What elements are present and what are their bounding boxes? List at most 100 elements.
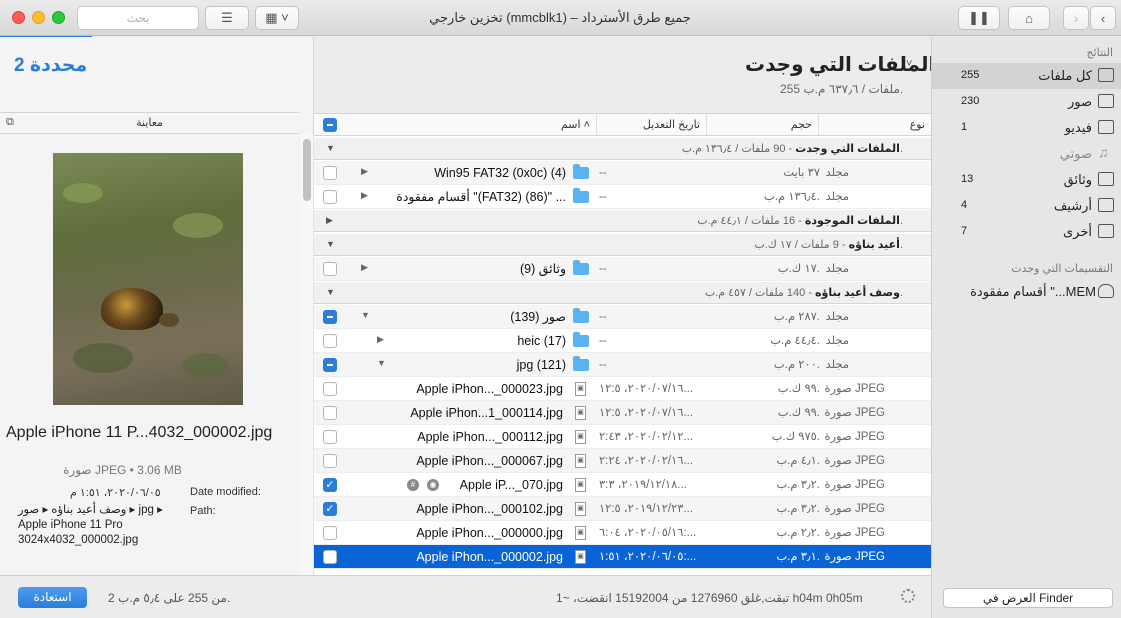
hash-icon: # <box>407 479 419 491</box>
disclosure-down-icon[interactable]: ▼ <box>326 239 335 249</box>
sidebar-item-audio[interactable]: صوتي ♫ <box>932 141 1121 167</box>
table-row-selected[interactable]: Apple iPhon..._000002.jpg ▣ ٢٠٢٠/٠٦/٠٥، … <box>314 545 931 569</box>
table-row[interactable]: Apple iPhon...1_000114.jpg ▣ ٢٠٢٠/٠٧/١٦،… <box>314 401 931 425</box>
row-checkbox[interactable] <box>323 550 337 564</box>
table-scrollbar[interactable] <box>300 134 314 575</box>
disclosure-right-icon[interactable]: ▶ <box>326 215 333 226</box>
table-row[interactable]: Apple iPhon..._000000.jpg ▣ ٢٠٢٠/٠٥/١٦، … <box>314 521 931 545</box>
filter-settings-button[interactable]: ☰ <box>205 6 249 30</box>
other-files-icon <box>1098 224 1114 238</box>
date-modified-value: ٢٠٢٠/٠٦/٠٥، ١:٥١ م <box>70 487 161 499</box>
table-row[interactable]: ▶ Win95 FAT32 (0x0c) (4) -- ٣٧ بايت مجلد <box>314 161 931 185</box>
row-checkbox[interactable] <box>323 166 337 180</box>
folder-icon <box>573 164 589 179</box>
view-mode-button[interactable]: ▦ ˅ <box>255 6 299 30</box>
folder-icon <box>573 260 589 275</box>
table-row[interactable]: ✓ Apple iPhon..._000102.jpg ▣ ٢٠١٩/١٢/٢٣… <box>314 497 931 521</box>
group-header[interactable]: ▶ الملفات الموجودة - 16 ملفات / ٤٤٫١ م.ب… <box>314 210 931 232</box>
sidebar-item-video[interactable]: 1 فيديو <box>932 115 1121 141</box>
row-checkbox[interactable] <box>323 382 337 396</box>
image-file-icon: ▣ <box>575 502 586 516</box>
chevron-right-icon: › <box>1073 10 1079 26</box>
row-checkbox[interactable] <box>323 358 337 372</box>
row-checkbox[interactable] <box>323 454 337 468</box>
sidebar-item-documents[interactable]: 13 وثائق <box>932 167 1121 193</box>
table-row[interactable]: ▶ أقسام مفقودة "(FAT32) (86)" ... -- ١٣٦… <box>314 185 931 209</box>
table-row[interactable]: ✓ # ◉ Apple iP..._070.jpg ▣ ٢٠١٩/١٢/١٨، … <box>314 473 931 497</box>
column-type[interactable]: نوع <box>818 114 931 136</box>
row-checkbox[interactable] <box>323 334 337 348</box>
sidebar-item-photos[interactable]: 230 صور <box>932 89 1121 115</box>
scan-status: تبقت,غلق 1276960 من 15192004 انقضت، ~1 h… <box>556 591 863 605</box>
row-checkbox[interactable] <box>323 430 337 444</box>
sidebar-item-other[interactable]: 7 أخرى <box>932 219 1121 245</box>
forward-button[interactable]: › <box>1063 6 1089 30</box>
column-date[interactable]: تاريخ التعديل <box>596 114 706 136</box>
row-checkbox[interactable]: ✓ <box>323 478 337 492</box>
select-all-checkbox[interactable] <box>323 118 337 132</box>
disclosure-right-icon[interactable]: ▶ <box>361 166 368 177</box>
table-row[interactable]: ▶ وثائق (9) -- ١٧ ك.ب. مجلد <box>314 257 931 281</box>
home-button[interactable]: ⌂ <box>1008 6 1050 30</box>
pause-scan-button[interactable]: ❚❚ <box>958 6 1000 30</box>
sidebar: النتائج 255 كل ملفات 230 صور 1 فيديو صوت… <box>931 37 1121 618</box>
pause-icon: ❚❚ <box>968 10 990 25</box>
row-checkbox[interactable]: ✓ <box>323 502 337 516</box>
chevron-left-icon: ‹ <box>1100 10 1106 26</box>
table-row[interactable]: ▼ jpg (121) -- ٢٠٠ م.ب. مجلد <box>314 353 931 377</box>
disclosure-right-icon[interactable]: ▶ <box>377 334 384 345</box>
window-minimize-button[interactable] <box>32 11 45 24</box>
disclosure-down-icon[interactable]: ▼ <box>326 287 335 297</box>
disclosure-right-icon[interactable]: ▶ <box>361 262 368 273</box>
copy-icon[interactable]: ⧉ <box>6 116 14 129</box>
table-row[interactable]: ▼ صور (139) -- ٢٨٧ م.ب. مجلد <box>314 305 931 329</box>
table-row[interactable]: Apple iPhon..._000067.jpg ▣ ٢٠٢٠/٠٢/١٦، … <box>314 449 931 473</box>
table-row[interactable]: Apple iPhon..._000112.jpg ▣ ٢٠٢٠/٠٢/١٢، … <box>314 425 931 449</box>
column-name[interactable]: اسم ˄ <box>364 114 596 136</box>
folder-icon <box>573 332 589 347</box>
preview-file-title: Apple iPhone 11 P...4032_000002.jpg <box>6 424 273 441</box>
preview-image <box>53 153 243 405</box>
table-row[interactable]: ▶ heic (17) -- ٤٤٫٤ م.ب. مجلد <box>314 329 931 353</box>
image-file-icon: ▣ <box>575 430 586 444</box>
disclosure-down-icon[interactable]: ▼ <box>377 358 386 368</box>
row-checkbox[interactable] <box>323 262 337 276</box>
group-header[interactable]: ▼ الملفات التي وجدت - 90 ملفات / ١٣٦٫٤ م… <box>314 138 931 160</box>
table-header: اسم ˄ تاريخ التعديل حجم نوع <box>314 114 931 136</box>
image-file-icon: ▣ <box>575 526 586 540</box>
folder-icon <box>573 188 589 203</box>
column-size[interactable]: حجم <box>706 114 818 136</box>
music-note-icon: ♫ <box>1098 144 1109 160</box>
page-subtitle: 255 ملفات / ٦٣٧٫٦ م.ب. <box>780 82 904 96</box>
image-file-icon: ▣ <box>575 406 586 420</box>
home-icon: ⌂ <box>1025 10 1033 26</box>
restore-button[interactable]: استعادة <box>18 587 87 608</box>
row-checkbox[interactable] <box>323 310 337 324</box>
disclosure-right-icon[interactable]: ▶ <box>361 190 368 201</box>
window-close-button[interactable] <box>12 11 25 24</box>
spinner-icon <box>901 589 915 603</box>
window-maximize-button[interactable] <box>52 11 65 24</box>
sidebar-item-archive[interactable]: 4 أرشيف <box>932 193 1121 219</box>
group-header[interactable]: ▼ أعيد بناؤه - 9 ملفات / ١٧ ك.ب. <box>314 234 931 256</box>
chevron-down-icon[interactable]: ˅ <box>906 58 912 70</box>
window-title: تخزين خارجي (mmcblk1) – جميع طرق الأسترد… <box>429 10 691 25</box>
scrollbar-thumb[interactable] <box>303 139 311 201</box>
sidebar-item-all-files[interactable]: 255 كل ملفات <box>932 63 1121 89</box>
search-input[interactable]: بحث <box>77 6 199 30</box>
disclosure-down-icon[interactable]: ▼ <box>361 310 370 320</box>
back-button[interactable]: ‹ <box>1090 6 1116 30</box>
table-row[interactable]: Apple iPhon..._000023.jpg ▣ ٢٠٢٠/٠٧/١٦، … <box>314 377 931 401</box>
image-file-icon: ▣ <box>575 478 586 492</box>
file-table: اسم ˄ تاريخ التعديل حجم نوع ▼ الملفات ال… <box>314 113 931 575</box>
folder-icon <box>573 308 589 323</box>
calendar-grid-icon: ▦ ˅ <box>265 10 289 25</box>
row-checkbox[interactable] <box>323 190 337 204</box>
row-checkbox[interactable] <box>323 526 337 540</box>
row-checkbox[interactable] <box>323 406 337 420</box>
show-in-finder-button[interactable]: العرض في Finder <box>943 588 1113 608</box>
sidebar-item-lost-partition[interactable]: أقسام مفقودة "...MEM <box>932 279 1121 305</box>
disclosure-down-icon[interactable]: ▼ <box>326 143 335 153</box>
ghost-icon <box>1098 284 1114 298</box>
group-header[interactable]: ▼ وصف أعيد بناؤه - 140 ملفات / ٤٥٧ م.ب. <box>314 282 931 304</box>
